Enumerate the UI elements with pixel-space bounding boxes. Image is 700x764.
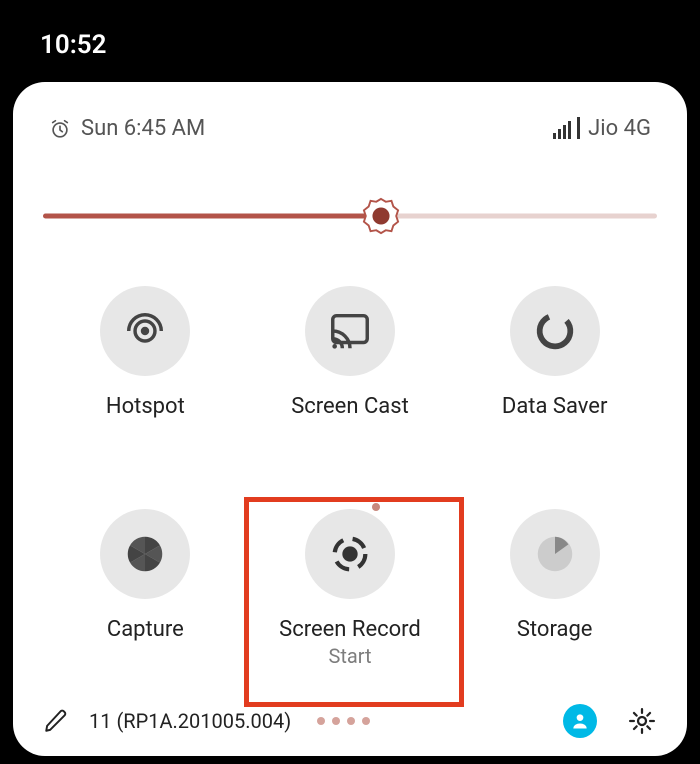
device-clock: 10:52 — [40, 30, 107, 60]
page-indicator — [317, 717, 370, 725]
capture-icon — [100, 509, 190, 599]
slider-thumb[interactable] — [362, 197, 400, 235]
tile-label: Screen Record — [279, 617, 421, 642]
quick-settings-panel: Sun 6:45 AM Jio 4G Hotspot Screen Ca — [13, 82, 687, 756]
storage-icon — [510, 509, 600, 599]
indicator-dot — [372, 503, 380, 511]
status-bar: Sun 6:45 AM Jio 4G — [43, 112, 657, 141]
tile-label: Data Saver — [502, 394, 608, 419]
tile-screen-cast[interactable]: Screen Cast — [258, 286, 443, 419]
user-avatar[interactable] — [563, 704, 597, 738]
tile-label: Screen Cast — [291, 394, 409, 419]
screen-cast-icon — [305, 286, 395, 376]
tile-label: Storage — [517, 617, 593, 642]
data-saver-icon — [510, 286, 600, 376]
brightness-slider[interactable] — [43, 196, 657, 236]
tile-data-saver[interactable]: Data Saver — [462, 286, 647, 419]
alarm-icon — [49, 118, 71, 140]
tile-screen-record[interactable]: Screen Record Start — [258, 509, 443, 668]
carrier-text: Jio 4G — [588, 116, 651, 141]
tiles-grid: Hotspot Screen Cast Data Saver Capture — [43, 286, 657, 668]
tile-label: Hotspot — [106, 394, 185, 419]
tile-capture[interactable]: Capture — [53, 509, 238, 668]
tile-hotspot[interactable]: Hotspot — [53, 286, 238, 419]
slider-track — [43, 214, 657, 219]
settings-icon[interactable] — [627, 706, 657, 736]
tile-sublabel: Start — [328, 644, 371, 668]
bottom-bar: 11 (RP1A.201005.004) — [43, 704, 657, 738]
edit-icon[interactable] — [43, 708, 69, 734]
hotspot-icon — [100, 286, 190, 376]
version-text: 11 (RP1A.201005.004) — [89, 709, 291, 733]
screen-record-icon — [305, 509, 395, 599]
tile-storage[interactable]: Storage — [462, 509, 647, 668]
alarm-time-text: Sun 6:45 AM — [81, 116, 205, 141]
tile-label: Capture — [107, 617, 184, 642]
signal-icon — [553, 119, 580, 139]
